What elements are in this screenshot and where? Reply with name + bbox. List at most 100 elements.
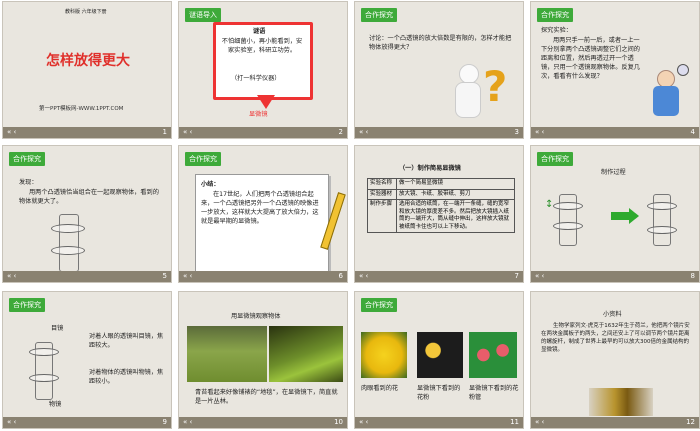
moss-caption: 青苔看起来好像铺裱的“地毯”，在显微镜下，简直就是一片丛林。 bbox=[195, 389, 338, 405]
slide-footer-bar: « ‹ 10 bbox=[179, 417, 347, 428]
slide-thumbnail-8[interactable]: 合作探究 制作过程 ↕ « ‹ 8 bbox=[530, 145, 700, 283]
table-row: 实验名称 做一个简易显微镜 bbox=[367, 178, 515, 190]
flower-caption: 肉眼看到的花 bbox=[361, 385, 399, 392]
hand-lens-icon bbox=[677, 64, 689, 76]
riddle-text: 不怕细菌小，再小能看到，安家实验室，科研立功劳。 bbox=[221, 38, 303, 54]
table-row: 实验器材 放大镜、卡纸、胶带纸、剪刀 bbox=[367, 188, 515, 200]
slide-footer-bar: « ‹ 9 bbox=[3, 417, 171, 428]
lens-before-upper bbox=[553, 202, 583, 210]
pollen-caption: 显微镜下看到的花粉 bbox=[417, 385, 461, 401]
info-text: 生物学家列文·虎克于1632年生于荷兰，他把两个镜片安在两块金属板子的两头，之间… bbox=[541, 323, 690, 353]
objective-lens bbox=[29, 374, 59, 382]
experiment-heading: 探究实验： bbox=[541, 27, 572, 34]
objective-label: 物镜 bbox=[49, 401, 62, 408]
slide-thumbnail-6[interactable]: 合作探究 小结： 在17世纪，人们把两个凸透镜组合起来，一个凸透镜把另外一个凸透… bbox=[178, 145, 348, 283]
flower-photo bbox=[361, 332, 407, 378]
summary-text: 在17世纪，人们把两个凸透镜组合起来，一个凸透镜把另外一个凸透镜的映像进一步放大… bbox=[201, 191, 319, 225]
nav-arrows-icon[interactable]: « ‹ bbox=[183, 127, 192, 138]
slide-thumbnail-3[interactable]: 合作探究 讨论：一个凸透镜的放大倍数是有限的，怎样才能把物体放得更大？ ? « … bbox=[354, 1, 524, 139]
slide-footer-bar: « ‹ 5 bbox=[3, 271, 171, 282]
slide-thumbnail-4[interactable]: 合作探究 探究实验： 用两只手一前一后，或者一上一下分别拿两个凸透镜调整它们之间… bbox=[530, 1, 700, 139]
info-title: 小资料 bbox=[603, 311, 622, 318]
finding-heading: 发现： bbox=[19, 179, 38, 186]
slide-number: 2 bbox=[338, 128, 343, 136]
eyepiece-lens bbox=[29, 348, 59, 356]
child-figure-body bbox=[653, 86, 679, 116]
slide-number: 8 bbox=[690, 272, 695, 280]
question-mark-icon: ? bbox=[483, 62, 508, 111]
lens-after-upper bbox=[647, 202, 677, 210]
slide-footer-bar: « ‹ 2 bbox=[179, 127, 347, 138]
slide-number: 11 bbox=[510, 418, 519, 426]
procedure-table: 实验名称 做一个简易显微镜 实验器材 放大镜、卡纸、胶带纸、剪刀 制作步骤 选用合适的… bbox=[367, 178, 515, 233]
paper-tube-diagram bbox=[59, 214, 79, 272]
experiment-text: 用两只手一前一后，或者一上一下分别拿两个凸透镜调整它们之间的距离和位置，然后再透… bbox=[541, 37, 640, 80]
pollen-tube-caption: 显微镜下看到的花粉管 bbox=[469, 385, 519, 401]
nav-arrows-icon[interactable]: « ‹ bbox=[7, 127, 16, 138]
slide-footer-bar: « ‹ 7 bbox=[355, 271, 523, 282]
slide-thumbnail-1[interactable]: 教科版 六年级下册 怎样放得更大 第一PPT模板网-WWW.1PPT.COM «… bbox=[2, 1, 172, 139]
finding-text: 用两个凸透镜恰当组合在一起观察物体，看到的物体就更大了。 bbox=[19, 189, 159, 205]
table-row: 制作步骤 选用合适的纸筒，在—端开一条缝，缝的宽窄和放大镜的厚度差不多。然后把放大… bbox=[367, 199, 515, 233]
section-tag: 合作探究 bbox=[537, 8, 573, 22]
riddle-hint: （打一科学仪器） bbox=[231, 75, 281, 82]
row-value: 选用合适的纸筒，在—端开一条缝，缝的宽窄和放大镜的厚度差不多。然后把放大镜插入纸… bbox=[396, 199, 515, 233]
lens-after-lower bbox=[647, 226, 677, 234]
slide-footer-bar: « ‹ 3 bbox=[355, 127, 523, 138]
slide-thumbnail-9[interactable]: 合作探究 目镜 物镜 对着人眼的透镜叫目镜，焦距较大。 对着物体的透镜叫物镜，焦… bbox=[2, 291, 172, 429]
adjust-arrow-icon: ↕ bbox=[545, 199, 554, 210]
thinking-figure-head bbox=[459, 64, 479, 84]
nav-arrows-icon[interactable]: « ‹ bbox=[359, 417, 368, 428]
slide-number: 12 bbox=[686, 418, 695, 426]
section-tag: 合作探究 bbox=[361, 298, 397, 312]
nav-arrows-icon[interactable]: « ‹ bbox=[535, 271, 544, 282]
right-arrowhead-icon bbox=[629, 208, 639, 224]
slide-footer-bar: « ‹ 4 bbox=[531, 127, 699, 138]
slide-number: 10 bbox=[334, 418, 343, 426]
antique-microscope-photo bbox=[589, 388, 653, 416]
slide-number: 5 bbox=[162, 272, 167, 280]
row-value: 做一个简易显微镜 bbox=[396, 178, 515, 190]
slide-number: 9 bbox=[162, 418, 167, 426]
nav-arrows-icon[interactable]: « ‹ bbox=[535, 417, 544, 428]
slide-thumbnail-7[interactable]: （一）制作简易显微镜 实验名称 做一个简易显微镜 实验器材 放大镜、卡纸、胶带纸、剪… bbox=[354, 145, 524, 283]
discussion-text: 讨论：一个凸透镜的放大倍数是有限的，怎样才能把物体放得更大？ bbox=[369, 35, 512, 51]
slide-footer-bar: « ‹ 8 bbox=[531, 271, 699, 282]
section-tag: 合作探究 bbox=[9, 298, 45, 312]
slide-thumbnail-5[interactable]: 合作探究 发现： 用两个凸透镜恰当组合在一起观察物体，看到的物体就更大了。 « … bbox=[2, 145, 172, 283]
nav-arrows-icon[interactable]: « ‹ bbox=[183, 417, 192, 428]
slide-number: 3 bbox=[514, 128, 519, 136]
riddle-card-pointer bbox=[257, 95, 275, 109]
slide-thumbnail-2[interactable]: 谜语导入 谜语 不怕细菌小，再小能看到，安家实验室，科研立功劳。 （打一科学仪器… bbox=[178, 1, 348, 139]
pollen-photo bbox=[417, 332, 463, 378]
nav-arrows-icon[interactable]: « ‹ bbox=[359, 271, 368, 282]
nav-arrows-icon[interactable]: « ‹ bbox=[183, 271, 192, 282]
slide-number: 7 bbox=[514, 272, 519, 280]
slide-footer-bar: « ‹ 1 bbox=[3, 127, 171, 138]
publisher-label: 教科版 六年级下册 bbox=[65, 9, 107, 15]
slide-thumbnail-12[interactable]: 小资料 生物学家列文·虎克于1632年生于荷兰，他把两个镜片安在两块金属板子的两… bbox=[530, 291, 700, 429]
observation-title: 用显微镜观察物体 bbox=[231, 313, 281, 320]
row-label: 实验器材 bbox=[367, 188, 397, 200]
eyepiece-description: 对着人眼的透镜叫目镜，焦距较大。 bbox=[89, 333, 164, 349]
slide-footer-bar: « ‹ 11 bbox=[355, 417, 523, 428]
nav-arrows-icon[interactable]: « ‹ bbox=[535, 127, 544, 138]
slide-footer-bar: « ‹ 12 bbox=[531, 417, 699, 428]
row-label: 制作步骤 bbox=[367, 199, 397, 233]
upper-lens bbox=[51, 224, 85, 233]
section-tag: 合作探究 bbox=[361, 8, 397, 22]
nav-arrows-icon[interactable]: « ‹ bbox=[7, 417, 16, 428]
row-value: 放大镜、卡纸、胶带纸、剪刀 bbox=[396, 188, 515, 200]
nav-arrows-icon[interactable]: « ‹ bbox=[7, 271, 16, 282]
site-label: 第一PPT模板网-WWW.1PPT.COM bbox=[39, 106, 124, 112]
slide-title: 怎样放得更大 bbox=[46, 53, 130, 69]
slide-number: 6 bbox=[338, 272, 343, 280]
riddle-title: 谜语 bbox=[253, 28, 266, 35]
lens-before-lower bbox=[553, 222, 583, 230]
nav-arrows-icon[interactable]: « ‹ bbox=[359, 127, 368, 138]
summary-heading: 小结： bbox=[201, 181, 220, 188]
moss-microscope-photo bbox=[269, 326, 343, 382]
slide-thumbnail-11[interactable]: 合作探究 肉眼看到的花 显微镜下看到的花粉 显微镜下看到的花粉管 « ‹ 11 bbox=[354, 291, 524, 429]
slide-thumbnail-10[interactable]: 用显微镜观察物体 青苔看起来好像铺裱的“地毯”，在显微镜下，简直就是一片丛林。 … bbox=[178, 291, 348, 429]
process-heading: 制作过程 bbox=[601, 169, 626, 176]
